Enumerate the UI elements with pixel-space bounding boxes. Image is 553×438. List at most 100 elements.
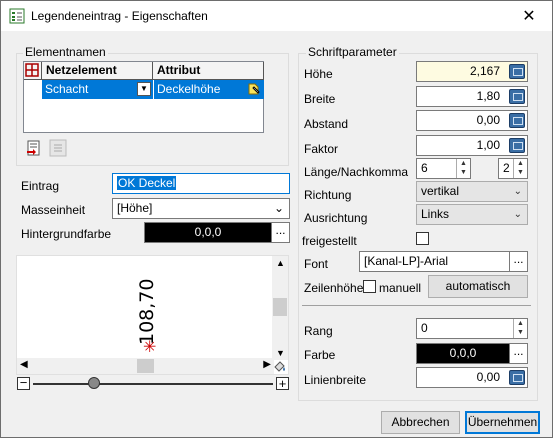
column-netzelement[interactable]: Netzelement bbox=[42, 62, 153, 80]
abstand-input[interactable]: 0,00 bbox=[416, 110, 528, 131]
nachkomma-value: 2 bbox=[503, 161, 510, 175]
eintrag-input[interactable]: OK Deckel bbox=[112, 173, 290, 194]
vertical-scroll-thumb[interactable] bbox=[273, 298, 287, 316]
insertion-marker-icon: ✳ bbox=[143, 339, 157, 356]
rang-label: Rang bbox=[304, 324, 333, 338]
nachkomma-spinner[interactable]: 2 ▲ ▼ bbox=[498, 158, 528, 179]
insert-row-icon[interactable] bbox=[25, 139, 43, 157]
preview-canvas[interactable]: 108,70 ✳ ▲ ▼ ◀ ▶ bbox=[16, 255, 289, 375]
schriftparameter-title: Schriftparameter bbox=[306, 45, 399, 59]
apply-button[interactable]: Übernehmen bbox=[465, 411, 540, 434]
zeilenhoehe-label: Zeilenhöhe bbox=[304, 281, 364, 295]
chevron-down-icon: ⌄ bbox=[273, 201, 284, 215]
freigestellt-checkbox[interactable] bbox=[416, 232, 429, 245]
grid-corner[interactable] bbox=[24, 62, 42, 80]
laenge-nachkomma-label: Länge/Nachkomma bbox=[304, 165, 409, 179]
rang-spin-buttons[interactable]: ▲ ▼ bbox=[513, 319, 527, 338]
column-attribut[interactable]: Attribut bbox=[153, 62, 264, 80]
calculator-icon[interactable] bbox=[509, 138, 525, 153]
linienbreite-input[interactable]: 0,00 bbox=[416, 367, 528, 388]
breite-input[interactable]: 1,80 bbox=[416, 86, 528, 107]
calculator-icon[interactable] bbox=[509, 89, 525, 104]
hintergrundfarbe-picker-button[interactable]: ... bbox=[271, 223, 289, 242]
linienbreite-label: Linienbreite bbox=[304, 373, 367, 387]
element-grid[interactable]: Netzelement Attribut Schacht ▼ Deckelhöh… bbox=[23, 61, 264, 133]
masseinheit-value: [Höhe] bbox=[117, 201, 153, 215]
laenge-value: 6 bbox=[421, 161, 428, 175]
grid-corner-icon bbox=[25, 63, 39, 77]
zoom-slider-track[interactable] bbox=[33, 383, 273, 385]
rang-spinner[interactable]: 0 ▲ ▼ bbox=[416, 318, 528, 339]
eintrag-label: Eintrag bbox=[21, 179, 60, 193]
zoom-minus-icon: − bbox=[19, 375, 28, 390]
hoehe-input[interactable]: 2,167 bbox=[416, 61, 528, 82]
farbe-picker-button[interactable]: ... bbox=[509, 344, 527, 363]
cell-attribut-text: Deckelhöhe bbox=[157, 82, 221, 96]
chevron-down-icon: ⌄ bbox=[513, 186, 522, 197]
tooltip-pencil-icon bbox=[248, 83, 260, 95]
abstand-value: 0,00 bbox=[476, 113, 500, 127]
font-field[interactable]: [Kanal-LP]-Arial ... bbox=[359, 251, 528, 272]
elementnamen-title: Elementnamen bbox=[23, 45, 108, 59]
cancel-button[interactable]: Abbrechen bbox=[381, 411, 460, 434]
masseinheit-select[interactable]: [Höhe] ⌄ bbox=[112, 198, 290, 219]
hoehe-label: Höhe bbox=[304, 67, 333, 81]
faktor-input[interactable]: 1,00 bbox=[416, 135, 528, 156]
laenge-spin-buttons[interactable]: ▲ ▼ bbox=[456, 159, 470, 178]
calculator-icon[interactable] bbox=[509, 64, 525, 79]
title-bar: Legendeneintrag - Eigenschaften ✕ bbox=[1, 1, 552, 31]
close-button[interactable]: ✕ bbox=[506, 1, 552, 31]
ausrichtung-value: Links bbox=[421, 207, 450, 221]
ausrichtung-label: Ausrichtung bbox=[304, 211, 368, 225]
horizontal-scrollbar[interactable]: ◀ ▶ bbox=[17, 358, 274, 374]
calculator-icon[interactable] bbox=[509, 113, 525, 128]
zoom-in-button[interactable]: + bbox=[276, 377, 289, 390]
masseinheit-label: Masseinheit bbox=[21, 203, 86, 217]
calculator-icon[interactable] bbox=[509, 370, 525, 385]
font-value: [Kanal-LP]-Arial bbox=[364, 254, 449, 268]
fill-icon[interactable] bbox=[272, 358, 288, 374]
linienbreite-value: 0,00 bbox=[476, 370, 500, 384]
farbe-label: Farbe bbox=[304, 348, 336, 362]
eintrag-value: OK Deckel bbox=[117, 176, 177, 190]
cell-dropdown-button[interactable]: ▼ bbox=[137, 82, 151, 96]
font-picker-button[interactable]: ... bbox=[509, 252, 527, 271]
delete-row-icon[interactable] bbox=[49, 139, 67, 157]
ausrichtung-select[interactable]: Links ⌄ bbox=[416, 204, 528, 225]
manuell-checkbox[interactable] bbox=[363, 280, 376, 293]
legend-window-icon bbox=[9, 8, 25, 24]
cell-netzelement-text: Schacht bbox=[45, 82, 89, 96]
zoom-plus-icon: + bbox=[278, 376, 287, 391]
hintergrundfarbe-value: 0,0,0 bbox=[194, 225, 222, 239]
font-label: Font bbox=[304, 257, 329, 271]
cell-attribut[interactable]: Deckelhöhe bbox=[153, 80, 264, 99]
horizontal-scroll-thumb[interactable] bbox=[137, 359, 154, 373]
dialog-window: Legendeneintrag - Eigenschaften ✕ Elemen… bbox=[0, 0, 553, 438]
farbe-field[interactable]: 0,0,0 ... bbox=[416, 343, 528, 364]
hoehe-value: 2,167 bbox=[469, 64, 500, 78]
window-title: Legendeneintrag - Eigenschaften bbox=[31, 9, 208, 23]
cell-netzelement[interactable]: Schacht ▼ bbox=[42, 80, 153, 99]
rang-value: 0 bbox=[421, 321, 428, 335]
richtung-select[interactable]: vertikal ⌄ bbox=[416, 181, 528, 202]
farbe-value: 0,0,0 bbox=[449, 346, 477, 360]
automatisch-button[interactable]: automatisch bbox=[428, 275, 528, 298]
laenge-spinner[interactable]: 6 ▲ ▼ bbox=[416, 158, 471, 179]
breite-label: Breite bbox=[304, 92, 336, 106]
hintergrundfarbe-field[interactable]: 0,0,0 ... bbox=[144, 222, 290, 243]
faktor-label: Faktor bbox=[304, 142, 339, 156]
richtung-value: vertikal bbox=[421, 184, 460, 198]
hintergrundfarbe-label: Hintergrundfarbe bbox=[21, 227, 112, 241]
faktor-value: 1,00 bbox=[476, 138, 500, 152]
scroll-right-icon: ▶ bbox=[263, 359, 271, 370]
nachkomma-spin-buttons[interactable]: ▲ ▼ bbox=[513, 159, 527, 178]
zoom-out-button[interactable]: − bbox=[17, 375, 30, 390]
freigestellt-label: freigestellt bbox=[302, 234, 357, 248]
zoom-slider-thumb[interactable] bbox=[88, 377, 100, 389]
chevron-down-icon: ⌄ bbox=[513, 209, 522, 220]
scroll-down-icon: ▼ bbox=[276, 348, 285, 358]
preview-value-text: 108,70 bbox=[136, 278, 158, 345]
vertical-scrollbar[interactable]: ▲ ▼ bbox=[272, 256, 288, 360]
manuell-label: manuell bbox=[379, 281, 422, 295]
close-icon: ✕ bbox=[522, 8, 536, 25]
